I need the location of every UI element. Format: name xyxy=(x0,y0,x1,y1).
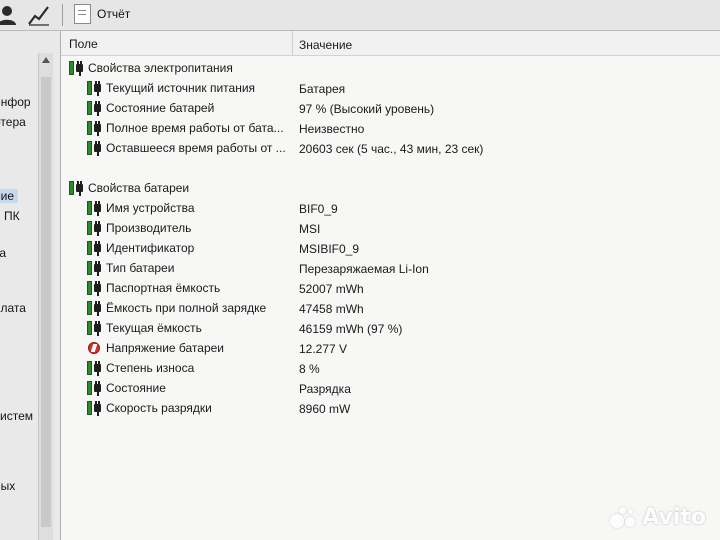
field-value: 52007 mWh xyxy=(299,282,364,296)
battery-plug-icon xyxy=(87,361,103,376)
battery-plug-icon xyxy=(87,401,103,416)
battery-plug-icon xyxy=(87,101,103,116)
battery-plug-icon xyxy=(87,241,103,256)
field-name: Ёмкость при полной зарядке xyxy=(106,301,267,315)
property-row[interactable]: Текущий источник питания Батарея xyxy=(61,79,720,98)
battery-plug-icon xyxy=(87,381,103,396)
field-value: 8 % xyxy=(299,362,320,376)
nav-item[interactable]: й ПК xyxy=(0,209,20,223)
property-row[interactable]: Полное время работы от бата... Неизвестно xyxy=(61,119,720,138)
nav-item-selected[interactable]: ние xyxy=(0,189,19,203)
watermark-text: Avito xyxy=(642,505,706,530)
avito-logo-icon xyxy=(610,506,636,529)
nav-item[interactable]: систем xyxy=(0,409,33,423)
field-value: Батарея xyxy=(299,82,346,96)
column-header: Поле Значение xyxy=(61,31,720,56)
chart-icon[interactable] xyxy=(28,4,50,26)
field-name: Текущий источник питания xyxy=(106,81,256,95)
field-value: 20603 сек (5 час., 43 мин, 23 сек) xyxy=(299,142,484,156)
vertical-scrollbar[interactable] xyxy=(38,53,53,540)
column-header-field[interactable]: Поле xyxy=(69,37,98,51)
nav-item[interactable]: та xyxy=(0,246,6,260)
field-name: Напряжение батареи xyxy=(106,341,225,355)
battery-plug-icon xyxy=(87,281,103,296)
property-row[interactable]: Имя устройства BIF0_9 xyxy=(61,199,720,218)
property-row[interactable]: Ёмкость при полной зарядке 47458 mWh xyxy=(61,299,720,318)
field-name: Производитель xyxy=(106,221,192,235)
field-name: Состояние батарей xyxy=(106,101,215,115)
scroll-up-arrow-icon[interactable] xyxy=(42,57,50,63)
field-value: MSIBIF0_9 xyxy=(299,242,360,256)
field-value: 47458 mWh xyxy=(299,302,364,316)
group-row[interactable]: Свойства электропитания xyxy=(61,59,720,78)
avito-watermark: Avito xyxy=(610,505,706,530)
field-value: Перезаряжаемая Li-Ion xyxy=(299,262,429,276)
property-row[interactable]: Паспортная ёмкость 52007 mWh xyxy=(61,279,720,298)
field-name: Оставшееся время работы от ... xyxy=(106,141,286,155)
properties-list: Поле Значение Свойства электропитания Тек… xyxy=(61,31,720,540)
field-name: Имя устройства xyxy=(106,201,195,215)
property-row[interactable]: Тип батареи Перезаряжаемая Li-Ion xyxy=(61,259,720,278)
field-value: 12.277 V xyxy=(299,342,348,356)
field-value: MSI xyxy=(299,222,321,236)
property-row[interactable]: Состояние Разрядка xyxy=(61,379,720,398)
field-name: Свойства батареи xyxy=(88,181,190,195)
field-value: 97 % (Высокий уровень) xyxy=(299,102,435,116)
property-row[interactable]: Производитель MSI xyxy=(61,219,720,238)
field-name: Полное время работы от бата... xyxy=(106,121,284,135)
column-divider[interactable] xyxy=(292,31,293,55)
field-name: Свойства электропитания xyxy=(88,61,233,75)
property-row[interactable]: Напряжение батареи 12.277 V xyxy=(61,339,720,358)
field-name: Текущая ёмкость xyxy=(106,321,202,335)
report-icon xyxy=(74,4,91,24)
user-icon[interactable] xyxy=(0,4,18,26)
property-row[interactable]: Степень износа 8 % xyxy=(61,359,720,378)
field-value: BIF0_9 xyxy=(299,202,338,216)
voltage-icon xyxy=(87,341,103,356)
column-header-value[interactable]: Значение xyxy=(299,38,352,52)
field-value: Разрядка xyxy=(299,382,351,396)
report-button[interactable]: Отчёт xyxy=(74,3,130,25)
battery-plug-icon xyxy=(87,221,103,236)
field-value: 46159 mWh (97 %) xyxy=(299,322,403,336)
field-name: Идентификатор xyxy=(106,241,195,255)
nav-item[interactable]: инфор xyxy=(0,95,31,109)
battery-plug-icon xyxy=(87,301,103,316)
battery-plug-icon xyxy=(87,201,103,216)
nav-item[interactable]: ных xyxy=(0,479,15,493)
field-name: Паспортная ёмкость xyxy=(106,281,221,295)
battery-plug-icon xyxy=(87,141,103,156)
property-row[interactable]: Идентификатор MSIBIF0_9 xyxy=(61,239,720,258)
scrollbar-thumb[interactable] xyxy=(41,77,51,527)
nav-item[interactable]: плата xyxy=(0,301,26,315)
battery-plug-icon xyxy=(87,81,103,96)
toolbar-separator xyxy=(62,4,63,26)
field-value: 8960 mW xyxy=(299,402,351,416)
property-row[interactable]: Оставшееся время работы от ... 20603 сек … xyxy=(61,139,720,158)
property-row[interactable]: Текущая ёмкость 46159 mWh (97 %) xyxy=(61,319,720,338)
nav-item[interactable]: отера xyxy=(0,115,26,129)
battery-plug-icon xyxy=(69,181,85,196)
field-name: Тип батареи xyxy=(106,261,175,275)
group-row[interactable]: Свойства батареи xyxy=(61,179,720,198)
property-row[interactable]: Состояние батарей 97 % (Высокий уровень) xyxy=(61,99,720,118)
field-name: Степень износа xyxy=(106,361,195,375)
battery-plug-icon xyxy=(87,261,103,276)
field-name: Скорость разрядки xyxy=(106,401,212,415)
toolbar: Отчёт xyxy=(0,0,720,31)
field-name: Состояние xyxy=(106,381,166,395)
battery-plug-icon xyxy=(87,121,103,136)
property-row[interactable]: Скорость разрядки 8960 mW xyxy=(61,399,720,418)
battery-plug-icon xyxy=(87,321,103,336)
battery-plug-icon xyxy=(69,61,85,76)
field-value: Неизвестно xyxy=(299,122,365,136)
report-label: Отчёт xyxy=(97,7,131,21)
